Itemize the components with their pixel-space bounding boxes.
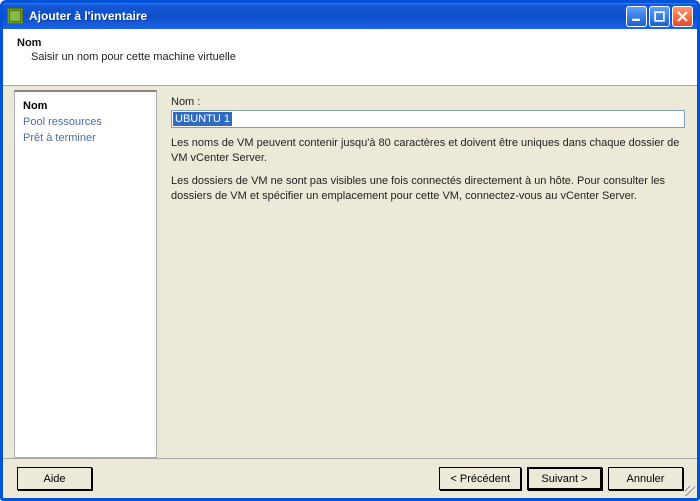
close-button[interactable] [672, 6, 693, 27]
resize-grip-icon[interactable] [683, 484, 697, 498]
sidebar-step-finish[interactable]: Prêt à terminer [23, 130, 148, 146]
window-controls [626, 6, 693, 27]
steps-sidebar: Nom Pool ressources Prêt à terminer [14, 90, 157, 458]
cancel-button[interactable]: Annuler [608, 467, 683, 490]
main-panel: Nom : UBUNTU 1 Les noms de VM peuvent co… [157, 86, 697, 458]
app-icon [7, 8, 23, 24]
sidebar-step-nom[interactable]: Nom [23, 98, 148, 114]
dialog-window: Ajouter à l'inventaire Nom Saisir un nom… [0, 0, 700, 501]
name-input-value: UBUNTU 1 [173, 112, 232, 126]
titlebar[interactable]: Ajouter à l'inventaire [3, 3, 697, 29]
page-title: Nom [17, 37, 683, 49]
wizard-body: Nom Pool ressources Prêt à terminer Nom … [3, 86, 697, 458]
wizard-header: Nom Saisir un nom pour cette machine vir… [3, 29, 697, 86]
help-button[interactable]: Aide [17, 467, 92, 490]
wizard-footer: Aide < Précédent Suivant > Annuler [3, 458, 697, 498]
minimize-button[interactable] [626, 6, 647, 27]
description-2: Les dossiers de VM ne sont pas visibles … [171, 174, 685, 204]
maximize-button[interactable] [649, 6, 670, 27]
next-button[interactable]: Suivant > [527, 467, 602, 490]
previous-button[interactable]: < Précédent [439, 467, 521, 490]
page-subtitle: Saisir un nom pour cette machine virtuel… [17, 51, 683, 63]
name-input[interactable]: UBUNTU 1 [171, 110, 685, 128]
description-1: Les noms de VM peuvent contenir jusqu'à … [171, 136, 685, 166]
sidebar-step-pool[interactable]: Pool ressources [23, 114, 148, 130]
window-title: Ajouter à l'inventaire [29, 9, 626, 23]
name-label: Nom : [171, 96, 685, 108]
